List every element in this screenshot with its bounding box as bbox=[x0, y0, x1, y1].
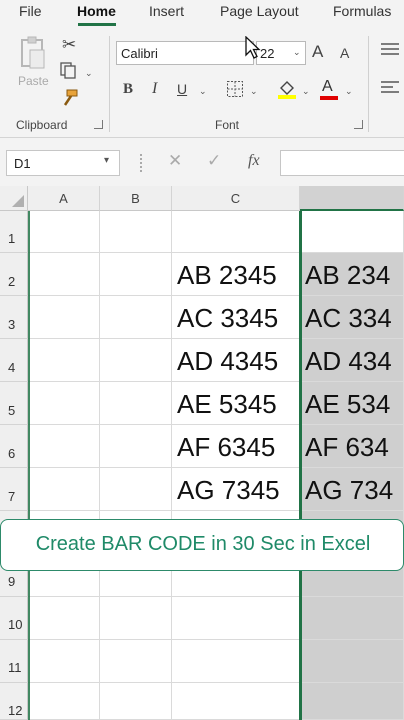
group-divider bbox=[368, 36, 369, 132]
font-size-dropdown-icon[interactable]: ⌄ bbox=[293, 47, 301, 58]
cell-c7[interactable]: AG 7345 bbox=[172, 468, 300, 510]
align-left-icon[interactable] bbox=[381, 80, 399, 96]
table-row bbox=[28, 597, 404, 640]
tab-formulas[interactable]: Formulas bbox=[333, 3, 391, 19]
table-row: AG 7345 AG 734 bbox=[28, 468, 404, 511]
table-row: AF 6345 AF 634 bbox=[28, 425, 404, 468]
insert-function-icon[interactable]: fx bbox=[248, 152, 260, 170]
column-header-a[interactable]: A bbox=[28, 186, 100, 211]
fill-color-icon[interactable] bbox=[277, 78, 297, 100]
name-box[interactable]: D1 bbox=[6, 150, 120, 176]
table-row bbox=[28, 640, 404, 683]
ribbon: Paste ✂ ⌄ Clipboard Calibri 22 ⌄ A A B I… bbox=[0, 28, 404, 138]
tab-home[interactable]: Home bbox=[77, 3, 116, 19]
row-header[interactable]: 6 bbox=[0, 425, 28, 468]
cell-c5[interactable]: AE 5345 bbox=[172, 382, 300, 424]
tab-file[interactable]: File bbox=[19, 3, 42, 19]
font-group-label: Font bbox=[215, 118, 240, 132]
cell-c4[interactable]: AD 4345 bbox=[172, 339, 300, 381]
fill-color-dropdown-icon[interactable]: ⌄ bbox=[302, 86, 310, 97]
formula-bar: D1 ▾ ✕ ✓ fx bbox=[0, 138, 404, 186]
underline-button[interactable]: U bbox=[177, 82, 187, 96]
cancel-icon[interactable]: ✕ bbox=[168, 151, 182, 171]
cell-d7[interactable]: AG 734 bbox=[300, 468, 404, 510]
tab-insert[interactable]: Insert bbox=[149, 3, 184, 19]
row-header[interactable]: 1 bbox=[0, 211, 28, 253]
row-header[interactable]: 11 bbox=[0, 640, 28, 683]
column-header-c[interactable]: C bbox=[172, 186, 300, 211]
worksheet-grid[interactable]: A B C 1 2 AB 2345 AB 234 3 AC 3345 AC 33… bbox=[0, 186, 404, 720]
table-row: AC 3345 AC 334 bbox=[28, 296, 404, 339]
name-box-dropdown-icon[interactable]: ▾ bbox=[104, 155, 109, 166]
clipboard-group-label: Clipboard bbox=[16, 118, 68, 132]
table-row: AD 4345 AD 434 bbox=[28, 339, 404, 382]
font-launcher-icon[interactable] bbox=[354, 120, 363, 129]
font-name-select[interactable]: Calibri bbox=[116, 41, 254, 65]
column-header-d[interactable] bbox=[300, 186, 404, 211]
paste-icon[interactable] bbox=[18, 36, 48, 70]
formula-bar-grip[interactable] bbox=[140, 154, 142, 172]
row-header[interactable]: 7 bbox=[0, 468, 28, 511]
underline-dropdown-icon[interactable]: ⌄ bbox=[199, 86, 207, 97]
table-row: AB 2345 AB 234 bbox=[28, 253, 404, 296]
cell-c3[interactable]: AC 3345 bbox=[172, 296, 300, 338]
cell-c6[interactable]: AF 6345 bbox=[172, 425, 300, 467]
column-header-b[interactable]: B bbox=[100, 186, 172, 211]
row-header[interactable]: 10 bbox=[0, 597, 28, 640]
enter-icon[interactable]: ✓ bbox=[207, 151, 221, 171]
select-all-corner[interactable] bbox=[0, 186, 28, 211]
cell-d1[interactable] bbox=[300, 211, 404, 252]
cell-c1[interactable] bbox=[172, 211, 300, 252]
caption-text: Create BAR CODE in 30 Sec in Excel bbox=[35, 533, 371, 555]
cut-icon[interactable]: ✂ bbox=[62, 36, 76, 53]
cell-d3[interactable]: AC 334 bbox=[300, 296, 404, 338]
cell-d5[interactable]: AE 534 bbox=[300, 382, 404, 424]
shrink-font-icon[interactable]: A bbox=[340, 46, 349, 60]
align-top-icon[interactable] bbox=[381, 42, 399, 56]
copy-dropdown-icon[interactable]: ⌄ bbox=[85, 68, 93, 79]
row-header[interactable]: 5 bbox=[0, 382, 28, 425]
italic-button[interactable]: I bbox=[152, 81, 157, 97]
borders-dropdown-icon[interactable]: ⌄ bbox=[250, 86, 258, 97]
table-row bbox=[28, 211, 404, 253]
ribbon-tab-bar: File Home Insert Page Layout Formulas bbox=[0, 0, 404, 28]
cell-d4[interactable]: AD 434 bbox=[300, 339, 404, 381]
copy-icon[interactable] bbox=[59, 61, 77, 79]
row-header[interactable]: 4 bbox=[0, 339, 28, 382]
table-row: AE 5345 AE 534 bbox=[28, 382, 404, 425]
cell-c2[interactable]: AB 2345 bbox=[172, 253, 300, 295]
bold-button[interactable]: B bbox=[123, 82, 133, 97]
grow-font-icon[interactable]: A bbox=[312, 43, 323, 60]
cell-d2[interactable]: AB 234 bbox=[300, 253, 404, 295]
font-color-icon[interactable]: A bbox=[322, 79, 333, 95]
selected-column-border bbox=[299, 211, 302, 720]
row-header[interactable]: 3 bbox=[0, 296, 28, 339]
clipboard-launcher-icon[interactable] bbox=[94, 120, 103, 129]
active-tab-indicator bbox=[78, 23, 116, 26]
table-row bbox=[28, 683, 404, 720]
row-header[interactable]: 2 bbox=[0, 253, 28, 296]
mouse-cursor-icon bbox=[245, 36, 261, 59]
paste-label[interactable]: Paste bbox=[18, 74, 49, 88]
row-header[interactable]: 12 bbox=[0, 683, 28, 720]
caption-banner: Create BAR CODE in 30 Sec in Excel bbox=[0, 519, 404, 571]
format-painter-icon[interactable] bbox=[59, 88, 79, 108]
cell-d6[interactable]: AF 634 bbox=[300, 425, 404, 467]
font-color-swatch bbox=[320, 96, 338, 100]
tab-page-layout[interactable]: Page Layout bbox=[220, 3, 299, 19]
selection-border-left bbox=[28, 211, 30, 720]
borders-icon[interactable] bbox=[226, 80, 244, 98]
font-color-dropdown-icon[interactable]: ⌄ bbox=[345, 86, 353, 97]
formula-input[interactable] bbox=[280, 150, 404, 176]
group-divider bbox=[109, 36, 110, 132]
